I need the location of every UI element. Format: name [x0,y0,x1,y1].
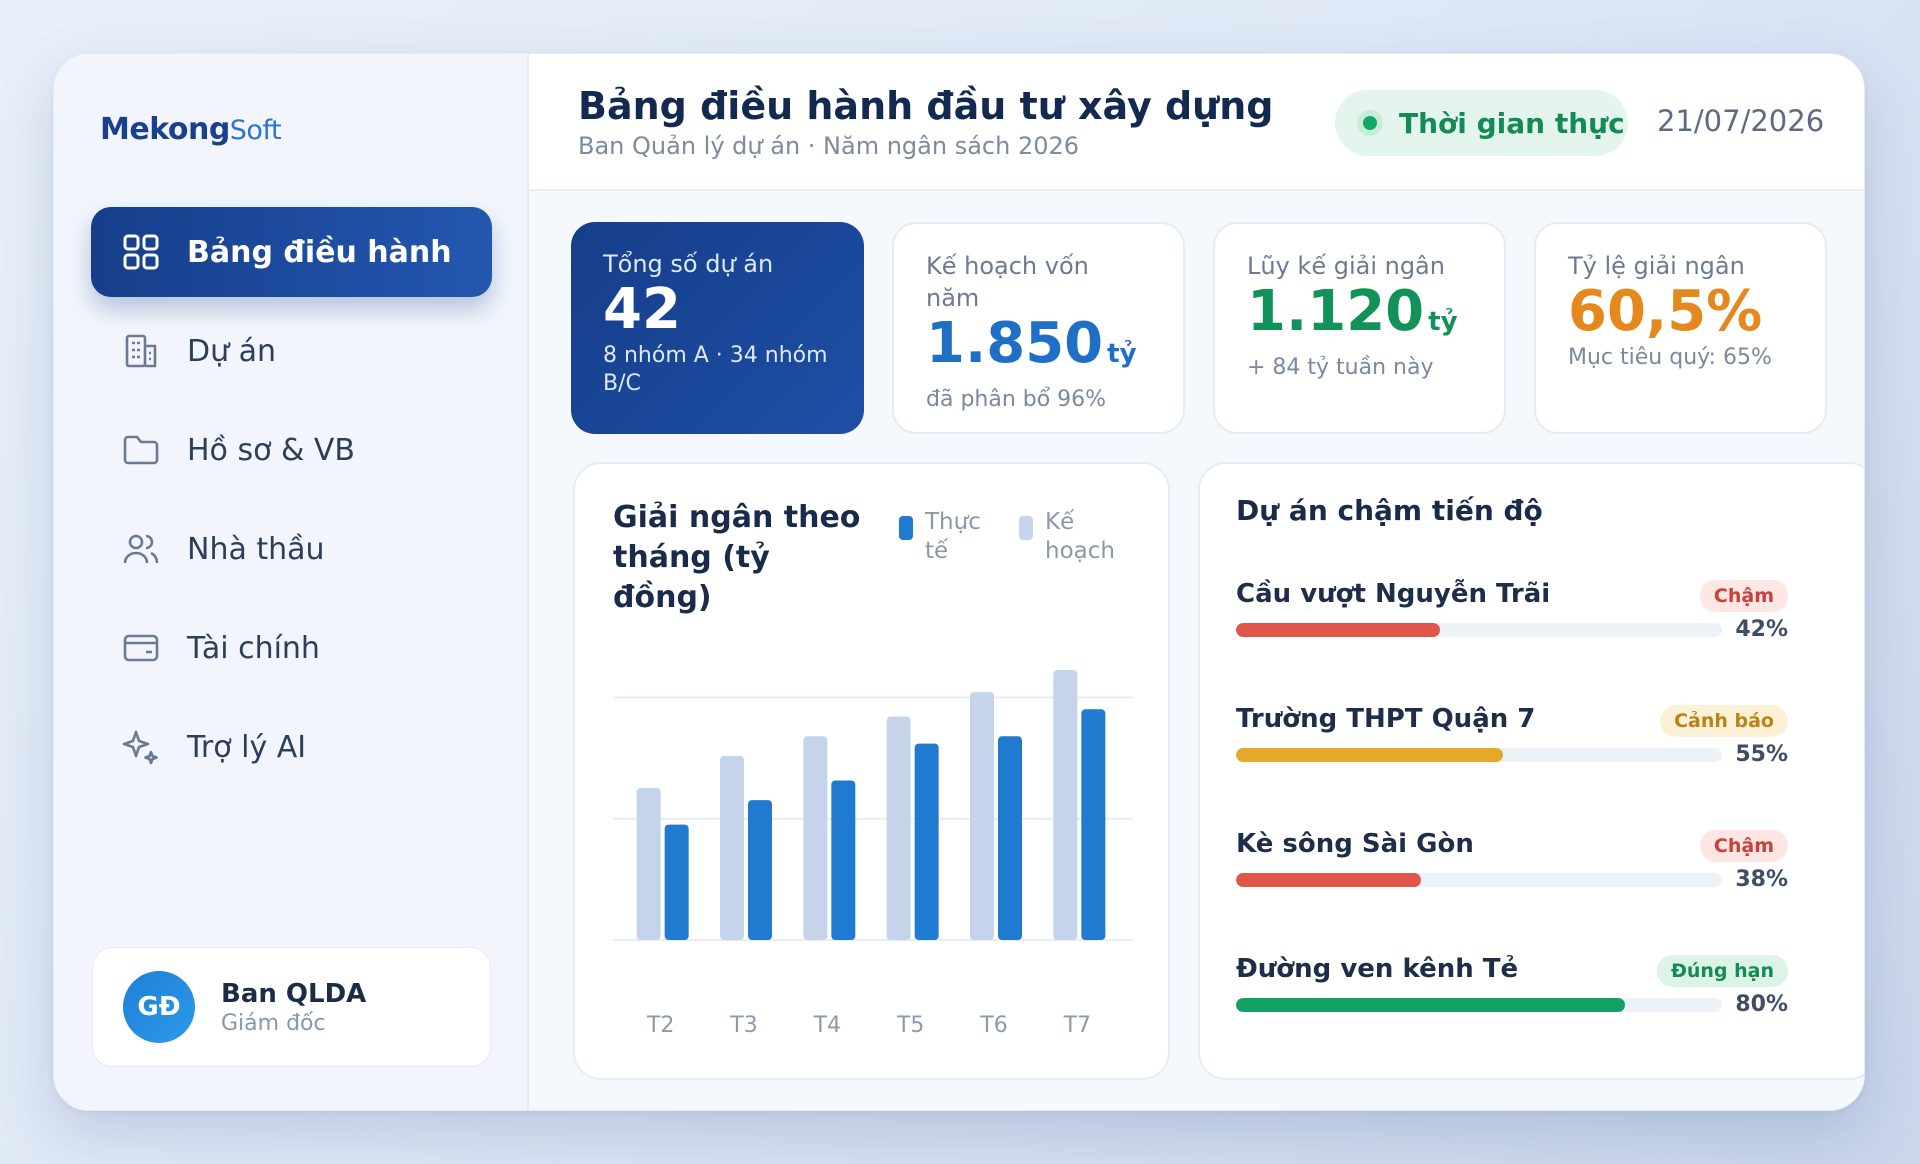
kpi-unit: tỷ [1107,339,1137,369]
bar-actual [1081,709,1106,940]
late-project-row[interactable]: Đường ven kênh Tẻ Đúng hạn 80% [1236,954,1788,1034]
live-indicator-dot-icon [1357,110,1383,136]
page-title: Bảng điều hành đầu tư xây dựng [578,84,1274,128]
sidebar-item-label: Nhà thầu [187,531,325,567]
sidebar-item-contractors[interactable]: Nhà thầu [91,504,492,594]
brand-logo[interactable]: MekongSoft [100,112,282,147]
bar-plan [970,692,994,940]
bar-plan [1053,670,1078,940]
sidebar-item-label: Trợ lý AI [187,729,307,765]
bar-plan [636,787,661,940]
progress-fill [1236,748,1504,762]
kpi-value: 60,5% [1568,279,1763,344]
user-name: Ban QLDA [221,978,367,1009]
users-icon [121,529,161,569]
kpi-card-capital-plan[interactable]: Kế hoạch vốn năm 1.850 tỷ đã phân bổ 96% [892,222,1185,434]
late-projects-panel: Dự án chậm tiến độ Cầu vượt Nguyễn Trãi … [1198,462,1864,1080]
project-name: Cầu vượt Nguyễn Trãi [1236,579,1551,609]
late-project-row[interactable]: Cầu vượt Nguyễn Trãi Chậm 42% [1236,579,1788,659]
project-name: Trường THPT Quận 7 [1236,704,1536,734]
status-badge: Đúng hạn [1656,955,1788,987]
brand-name-main: Mekong [100,112,230,147]
bar-actual [664,824,689,940]
bar-plan [886,716,911,940]
x-tick-label: T2 [646,1013,674,1038]
header-date: 21/07/2026 [1657,104,1825,138]
progress-fill [1236,623,1441,637]
bar-actual [998,736,1022,940]
project-name: Đường ven kênh Tẻ [1236,954,1519,984]
bar-actual [831,780,856,940]
status-badge: Chậm [1699,830,1788,862]
kpi-footnote: đã phân bổ 96% [926,387,1107,412]
progress-percent: 38% [1735,867,1788,892]
progress-track [1236,873,1722,887]
progress-percent: 80% [1735,992,1788,1017]
bar-actual [914,743,939,940]
x-tick-label: T3 [729,1013,757,1038]
kpi-label: Lũy kế giải ngân [1247,252,1445,280]
project-name: Kè sông Sài Gòn [1236,829,1474,859]
bar-plan [803,736,828,940]
bar-actual [748,800,772,940]
kpi-card-total-projects[interactable]: Tổng số dự án 42 8 nhóm A · 34 nhóm B/C [571,222,864,434]
sidebar: MekongSoft Bảng điều hành Dự án Hồ sơ & … [54,54,529,1110]
sidebar-item-label: Dự án [187,333,277,369]
bar-chart: T2 T3 T4 T5 T6 T7 [613,670,1133,1038]
kpi-footnote: + 84 tỷ tuần này [1247,355,1434,380]
kpi-label: Kế hoạch vốn năm [926,252,1089,312]
kpi-value: 1.850 tỷ [926,311,1137,376]
kpi-unit: tỷ [1428,307,1458,337]
brand-name-soft: Soft [229,115,282,146]
sparkle-icon [121,727,161,767]
progress-track [1236,623,1722,637]
kpi-card-disbursement-rate[interactable]: Tỷ lệ giải ngân 60,5% Mục tiêu quý: 65% [1534,222,1827,434]
sidebar-item-dashboard[interactable]: Bảng điều hành [91,207,492,297]
live-status-badge[interactable]: Thời gian thực [1335,90,1628,156]
progress-percent: 55% [1735,742,1788,767]
building-icon [121,331,161,371]
kpi-footnote: Mục tiêu quý: 65% [1568,345,1772,370]
status-badge: Cảnh báo [1660,705,1788,737]
kpi-label: Tỷ lệ giải ngân [1568,252,1745,280]
progress-track [1236,748,1722,762]
kpi-value: 1.120 tỷ [1247,279,1458,344]
x-tick-label: T5 [896,1013,924,1038]
kpi-value: 42 [603,277,681,342]
avatar: GĐ [123,971,195,1043]
page-subtitle: Ban Quản lý dự án · Năm ngân sách 2026 [578,132,1080,160]
bar-plan [720,755,744,940]
late-projects-title: Dự án chậm tiến độ [1236,494,1543,527]
user-profile-card[interactable]: GĐ Ban QLDA Giám đốc [92,947,491,1067]
app-window: MekongSoft Bảng điều hành Dự án Hồ sơ & … [53,53,1865,1111]
progress-fill [1236,998,1625,1012]
status-badge: Chậm [1699,580,1788,612]
sidebar-item-documents[interactable]: Hồ sơ & VB [91,405,492,495]
user-info: Ban QLDA Giám đốc [221,979,366,1036]
late-project-row[interactable]: Kè sông Sài Gòn Chậm 38% [1236,829,1788,909]
sidebar-item-label: Tài chính [187,630,320,666]
x-tick-label: T7 [1063,1013,1091,1038]
sidebar-item-ai-assistant[interactable]: Trợ lý AI [91,702,492,792]
progress-percent: 42% [1735,617,1788,642]
progress-track [1236,998,1722,1012]
user-role: Giám đốc [221,1010,326,1036]
x-tick-label: T6 [979,1013,1007,1038]
kpi-label: Tổng số dự án [603,250,774,278]
progress-fill [1236,873,1421,887]
x-tick-label: T4 [813,1013,841,1038]
wallet-icon [121,628,161,668]
disbursement-chart-panel: Giải ngân theo tháng (tỷ đồng) Thực tế K… [573,462,1170,1080]
kpi-footnote: 8 nhóm A · 34 nhóm B/C [603,343,828,396]
live-status-label: Thời gian thực [1399,106,1625,140]
sidebar-item-label: Hồ sơ & VB [187,432,356,468]
page-header: Bảng điều hành đầu tư xây dựng Ban Quản … [529,54,1864,191]
kpi-card-cumulative-disbursement[interactable]: Lũy kế giải ngân 1.120 tỷ + 84 tỷ tuần nà… [1213,222,1506,434]
sidebar-item-label: Bảng điều hành [187,234,452,270]
late-project-row[interactable]: Trường THPT Quận 7 Cảnh báo 55% [1236,704,1788,784]
sidebar-item-projects[interactable]: Dự án [91,306,492,396]
folder-icon [121,430,161,470]
dashboard-grid-icon [121,232,161,272]
sidebar-item-finance[interactable]: Tài chính [91,603,492,693]
